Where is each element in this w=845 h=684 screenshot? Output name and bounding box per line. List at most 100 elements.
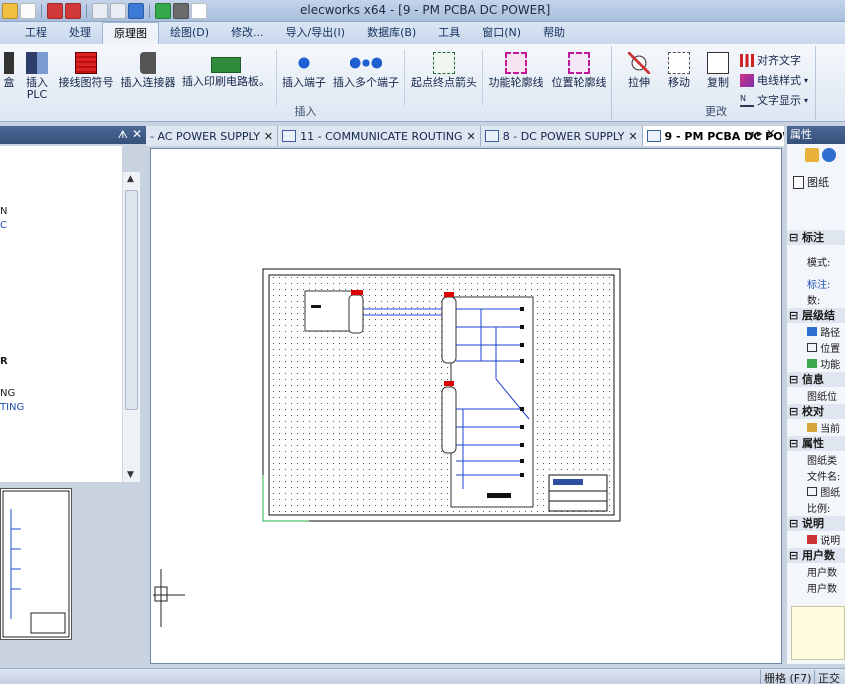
- tab-modify[interactable]: 修改...: [220, 22, 275, 44]
- close-icon[interactable]: ✕: [467, 130, 476, 143]
- scroll-down-icon[interactable]: ▼: [127, 470, 134, 480]
- prop-row: 图纸类: [807, 456, 837, 467]
- stretch-button[interactable]: 拉伸: [620, 48, 658, 89]
- info-icon[interactable]: [822, 148, 836, 162]
- pan-icon[interactable]: [128, 3, 144, 19]
- sheet-icon: [807, 487, 817, 496]
- pcb-icon: [211, 57, 241, 73]
- insert-multiple-terminals-button[interactable]: 插入多个端子: [330, 48, 402, 89]
- tree-item[interactable]: N: [0, 206, 7, 217]
- align-text-button[interactable]: 对齐文字: [740, 52, 801, 68]
- scroll-up-icon[interactable]: ▲: [127, 174, 134, 184]
- tab-ac-power-supply[interactable]: - AC POWER SUPPLY ✕: [146, 126, 279, 146]
- properties-tab-sheet[interactable]: 图纸: [793, 174, 829, 190]
- location-outline-button[interactable]: 位置轮廓线: [548, 48, 610, 89]
- path-icon: [807, 327, 817, 336]
- document-tabs: - AC POWER SUPPLY ✕ 11 - COMMUNICATE ROU…: [146, 126, 784, 146]
- insert-plc-button[interactable]: 插入 PLC: [22, 48, 52, 101]
- section-user-data[interactable]: ⊟ 用户数: [787, 548, 845, 563]
- tab-draw[interactable]: 绘图(D): [159, 22, 220, 44]
- section-description[interactable]: ⊟ 说明: [787, 516, 845, 531]
- insert-group: 盒 插入 PLC 接线图符号 插入连接器 插入印刷电路板。 插入端子 插入多个端…: [0, 46, 612, 120]
- document-icon: [484, 130, 499, 142]
- wiring-symbol-button[interactable]: 接线图符号: [56, 48, 116, 89]
- close-panel-icon[interactable]: ✕: [132, 127, 142, 141]
- move-button[interactable]: 移动: [660, 48, 698, 89]
- tab-navigation[interactable]: ◂ ▸ ✕: [748, 127, 775, 140]
- close-all-icon[interactable]: ✕: [766, 127, 775, 140]
- new-document-icon[interactable]: [20, 3, 36, 19]
- location-icon: [807, 343, 817, 352]
- box-icon: [4, 52, 14, 74]
- tab-window[interactable]: 窗口(N): [471, 22, 532, 44]
- prop-row: 图纸: [807, 484, 845, 499]
- insert-terminal-button[interactable]: 插入端子: [280, 48, 328, 89]
- connector-icon: [140, 52, 156, 74]
- close-document-icon[interactable]: [65, 3, 81, 19]
- plc-icon: [26, 52, 48, 74]
- title-bar: elecworks x64 - [9 - PM PCBA DC POWER]: [0, 0, 845, 22]
- tree-scrollbar[interactable]: ▲ ▼: [122, 172, 140, 482]
- tab-communicate-routing[interactable]: 11 - COMMUNICATE ROUTING ✕: [278, 126, 481, 146]
- tab-dc-power-supply[interactable]: 8 - DC POWER SUPPLY ✕: [480, 126, 643, 146]
- box-button[interactable]: 盒: [0, 48, 18, 89]
- folder-icon[interactable]: [2, 3, 18, 19]
- arrow-icon: [433, 52, 455, 74]
- back-icon[interactable]: [155, 3, 171, 19]
- prop-row: 功能: [807, 356, 845, 371]
- quick-access-toolbar: [2, 2, 207, 20]
- ribbon-panel: 盒 插入 PLC 接线图符号 插入连接器 插入印刷电路板。 插入端子 插入多个端…: [0, 44, 845, 122]
- close-icon[interactable]: ✕: [628, 130, 637, 143]
- zoom-icon[interactable]: [110, 3, 126, 19]
- tab-process[interactable]: 处理: [58, 22, 102, 44]
- scroll-thumb[interactable]: [125, 190, 138, 410]
- settings-icon[interactable]: [191, 3, 207, 19]
- tree-item[interactable]: NG: [0, 388, 15, 399]
- insert-pcb-button[interactable]: 插入印刷电路板。: [180, 48, 272, 88]
- tab-project[interactable]: 工程: [14, 22, 58, 44]
- tab-left-icon[interactable]: ◂: [748, 127, 754, 140]
- tab-database[interactable]: 数据库(B): [356, 22, 427, 44]
- tab-schematic[interactable]: 原理图: [102, 22, 159, 44]
- prop-row: 位置: [807, 340, 845, 355]
- tab-import-export[interactable]: 导入/导出(I): [275, 22, 357, 44]
- section-info[interactable]: ⊟ 信息: [787, 372, 845, 387]
- section-revision[interactable]: ⊟ 校对: [787, 404, 845, 419]
- copy-icon: [707, 52, 729, 74]
- find-icon[interactable]: [173, 3, 189, 19]
- grid-toggle[interactable]: 栅格 (F7): [760, 670, 814, 684]
- function-outline-button[interactable]: 功能轮廓线: [486, 48, 546, 89]
- tree-item[interactable]: C: [0, 220, 7, 231]
- home-icon[interactable]: [805, 148, 819, 162]
- tree-item[interactable]: TING: [0, 402, 24, 413]
- tab-help[interactable]: 帮助: [532, 22, 576, 44]
- insert-connector-button[interactable]: 插入连接器: [118, 48, 178, 89]
- section-hierarchy[interactable]: ⊟ 层级结: [787, 308, 845, 323]
- prop-row: 标注:: [807, 280, 831, 291]
- copy-button[interactable]: 复制: [700, 48, 736, 89]
- section-properties[interactable]: ⊟ 属性: [787, 436, 845, 451]
- tab-tools[interactable]: 工具: [427, 22, 471, 44]
- zoom-window-icon[interactable]: [92, 3, 108, 19]
- schematic-drawing[interactable]: [151, 149, 781, 663]
- tree-item[interactable]: R: [0, 356, 8, 367]
- tab-right-icon[interactable]: ▸: [757, 127, 763, 140]
- prop-row: 用户数: [807, 568, 837, 579]
- minimap-preview[interactable]: [0, 488, 72, 640]
- function-icon: [807, 359, 817, 368]
- ribbon-tabs: 工程 处理 原理图 绘图(D) 修改... 导入/导出(I) 数据库(B) 工具…: [0, 22, 845, 44]
- document-icon: [282, 130, 297, 142]
- wire-style-button[interactable]: 电线样式 ▾: [740, 72, 808, 88]
- section-annotation[interactable]: ⊟ 标注: [787, 230, 845, 245]
- document-icon: [646, 130, 661, 142]
- drawing-canvas[interactable]: [150, 148, 782, 664]
- ortho-toggle[interactable]: 正交: [814, 670, 843, 684]
- document-tree: N C R NG TING: [0, 146, 122, 482]
- left-panel-header: ᗑ ✕: [0, 126, 146, 144]
- close-icon[interactable]: ✕: [264, 130, 273, 143]
- prop-row: 比例:: [807, 504, 831, 515]
- save-icon[interactable]: [47, 3, 63, 19]
- pin-icon[interactable]: ᗑ: [118, 128, 128, 142]
- origin-destination-arrow-button[interactable]: 起点终点箭头: [408, 48, 480, 89]
- wire-style-icon: [740, 73, 754, 87]
